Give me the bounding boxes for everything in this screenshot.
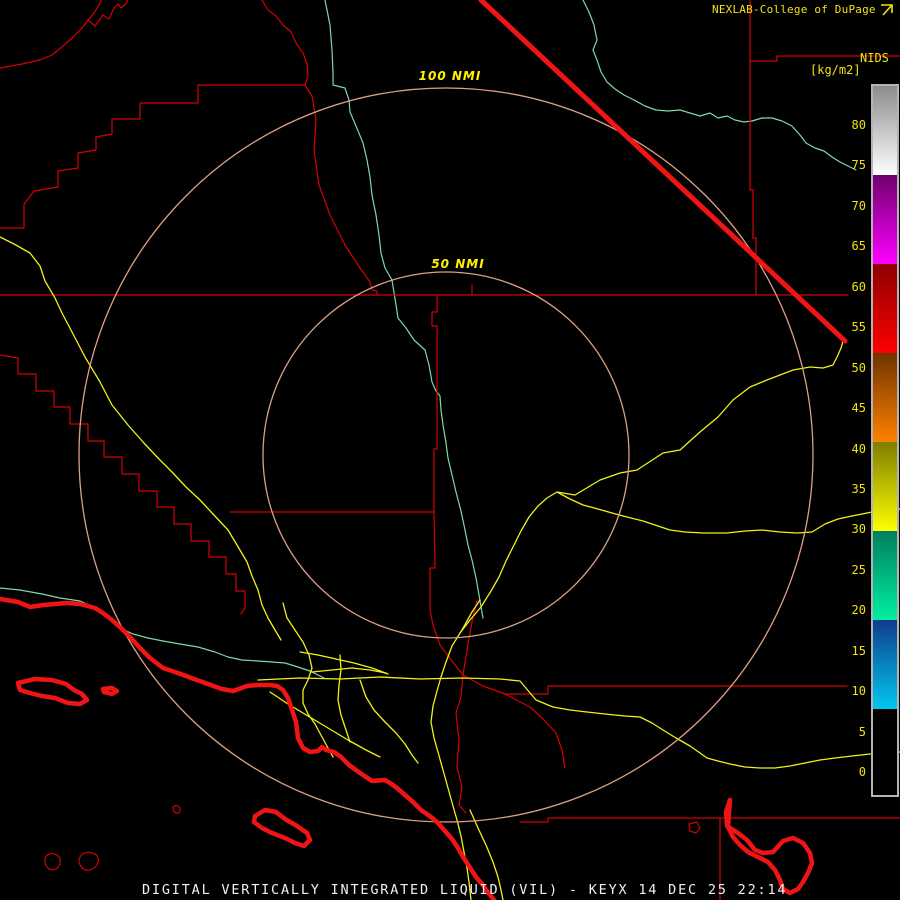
range-ring bbox=[79, 88, 813, 822]
product-units-label: [kg/m2] bbox=[810, 63, 861, 77]
colorbar-tick-label: 55 bbox=[820, 320, 866, 334]
colorbar-tick-label: 10 bbox=[820, 684, 866, 698]
colorbar-tick-label: 40 bbox=[820, 442, 866, 456]
colorbar-tick-label: 65 bbox=[820, 239, 866, 253]
highway bbox=[431, 600, 480, 900]
colorbar-tick-label: 30 bbox=[820, 522, 866, 536]
colorbar-tick-label: 5 bbox=[820, 725, 866, 739]
radar-map bbox=[0, 0, 900, 900]
highway bbox=[460, 341, 843, 633]
vil-colorbar bbox=[871, 84, 899, 797]
product-title: DIGITAL VERTICALLY INTEGRATED LIQUID (VI… bbox=[142, 882, 787, 898]
vil-colorbar-gradient bbox=[873, 86, 897, 795]
county-border bbox=[520, 818, 900, 822]
colorbar-tick-label: 60 bbox=[820, 280, 866, 294]
colorbar-tick-label: 50 bbox=[820, 361, 866, 375]
county-border bbox=[505, 694, 565, 768]
colorbar-tick-label: 80 bbox=[820, 118, 866, 132]
range-ring-label: 50 NMI bbox=[428, 257, 487, 271]
cod-window-logo-icon bbox=[880, 3, 894, 16]
colorbar-tick-label: 20 bbox=[820, 603, 866, 617]
coastline bbox=[103, 688, 117, 694]
range-ring-label: 100 NMI bbox=[416, 69, 485, 83]
county-border bbox=[79, 852, 98, 870]
highway bbox=[258, 677, 900, 768]
river bbox=[325, 0, 483, 618]
colorbar-tick-label: 0 bbox=[820, 765, 866, 779]
coastline bbox=[726, 800, 812, 893]
coastline bbox=[18, 679, 87, 704]
state-border bbox=[481, 0, 845, 341]
range-ring bbox=[263, 272, 629, 638]
river bbox=[583, 0, 856, 170]
site-title: NEXLAB-College of DuPage bbox=[712, 3, 876, 16]
radar-viewer: 100 NMI 50 NMI NEXLAB-College of DuPage N… bbox=[0, 0, 900, 900]
county-border bbox=[173, 806, 180, 814]
county-border bbox=[45, 854, 60, 870]
coastline bbox=[0, 599, 494, 900]
coastline bbox=[254, 810, 310, 846]
county-border bbox=[0, 0, 101, 68]
county-border bbox=[463, 675, 847, 694]
county-border bbox=[305, 85, 377, 295]
colorbar-tick-label: 15 bbox=[820, 644, 866, 658]
county-border bbox=[689, 822, 700, 833]
colorbar-tick-label: 35 bbox=[820, 482, 866, 496]
colorbar-tick-label: 75 bbox=[820, 158, 866, 172]
county-border bbox=[456, 675, 466, 813]
highway bbox=[283, 603, 333, 757]
product-network-label: NIDS bbox=[860, 51, 889, 65]
highway bbox=[360, 680, 418, 763]
county-border bbox=[430, 512, 463, 675]
highway bbox=[0, 237, 281, 640]
county-border bbox=[0, 0, 308, 228]
colorbar-tick-label: 25 bbox=[820, 563, 866, 577]
brand: NEXLAB-College of DuPage bbox=[712, 3, 894, 16]
colorbar-tick-label: 45 bbox=[820, 401, 866, 415]
county-border bbox=[0, 355, 245, 614]
colorbar-tick-label: 70 bbox=[820, 199, 866, 213]
